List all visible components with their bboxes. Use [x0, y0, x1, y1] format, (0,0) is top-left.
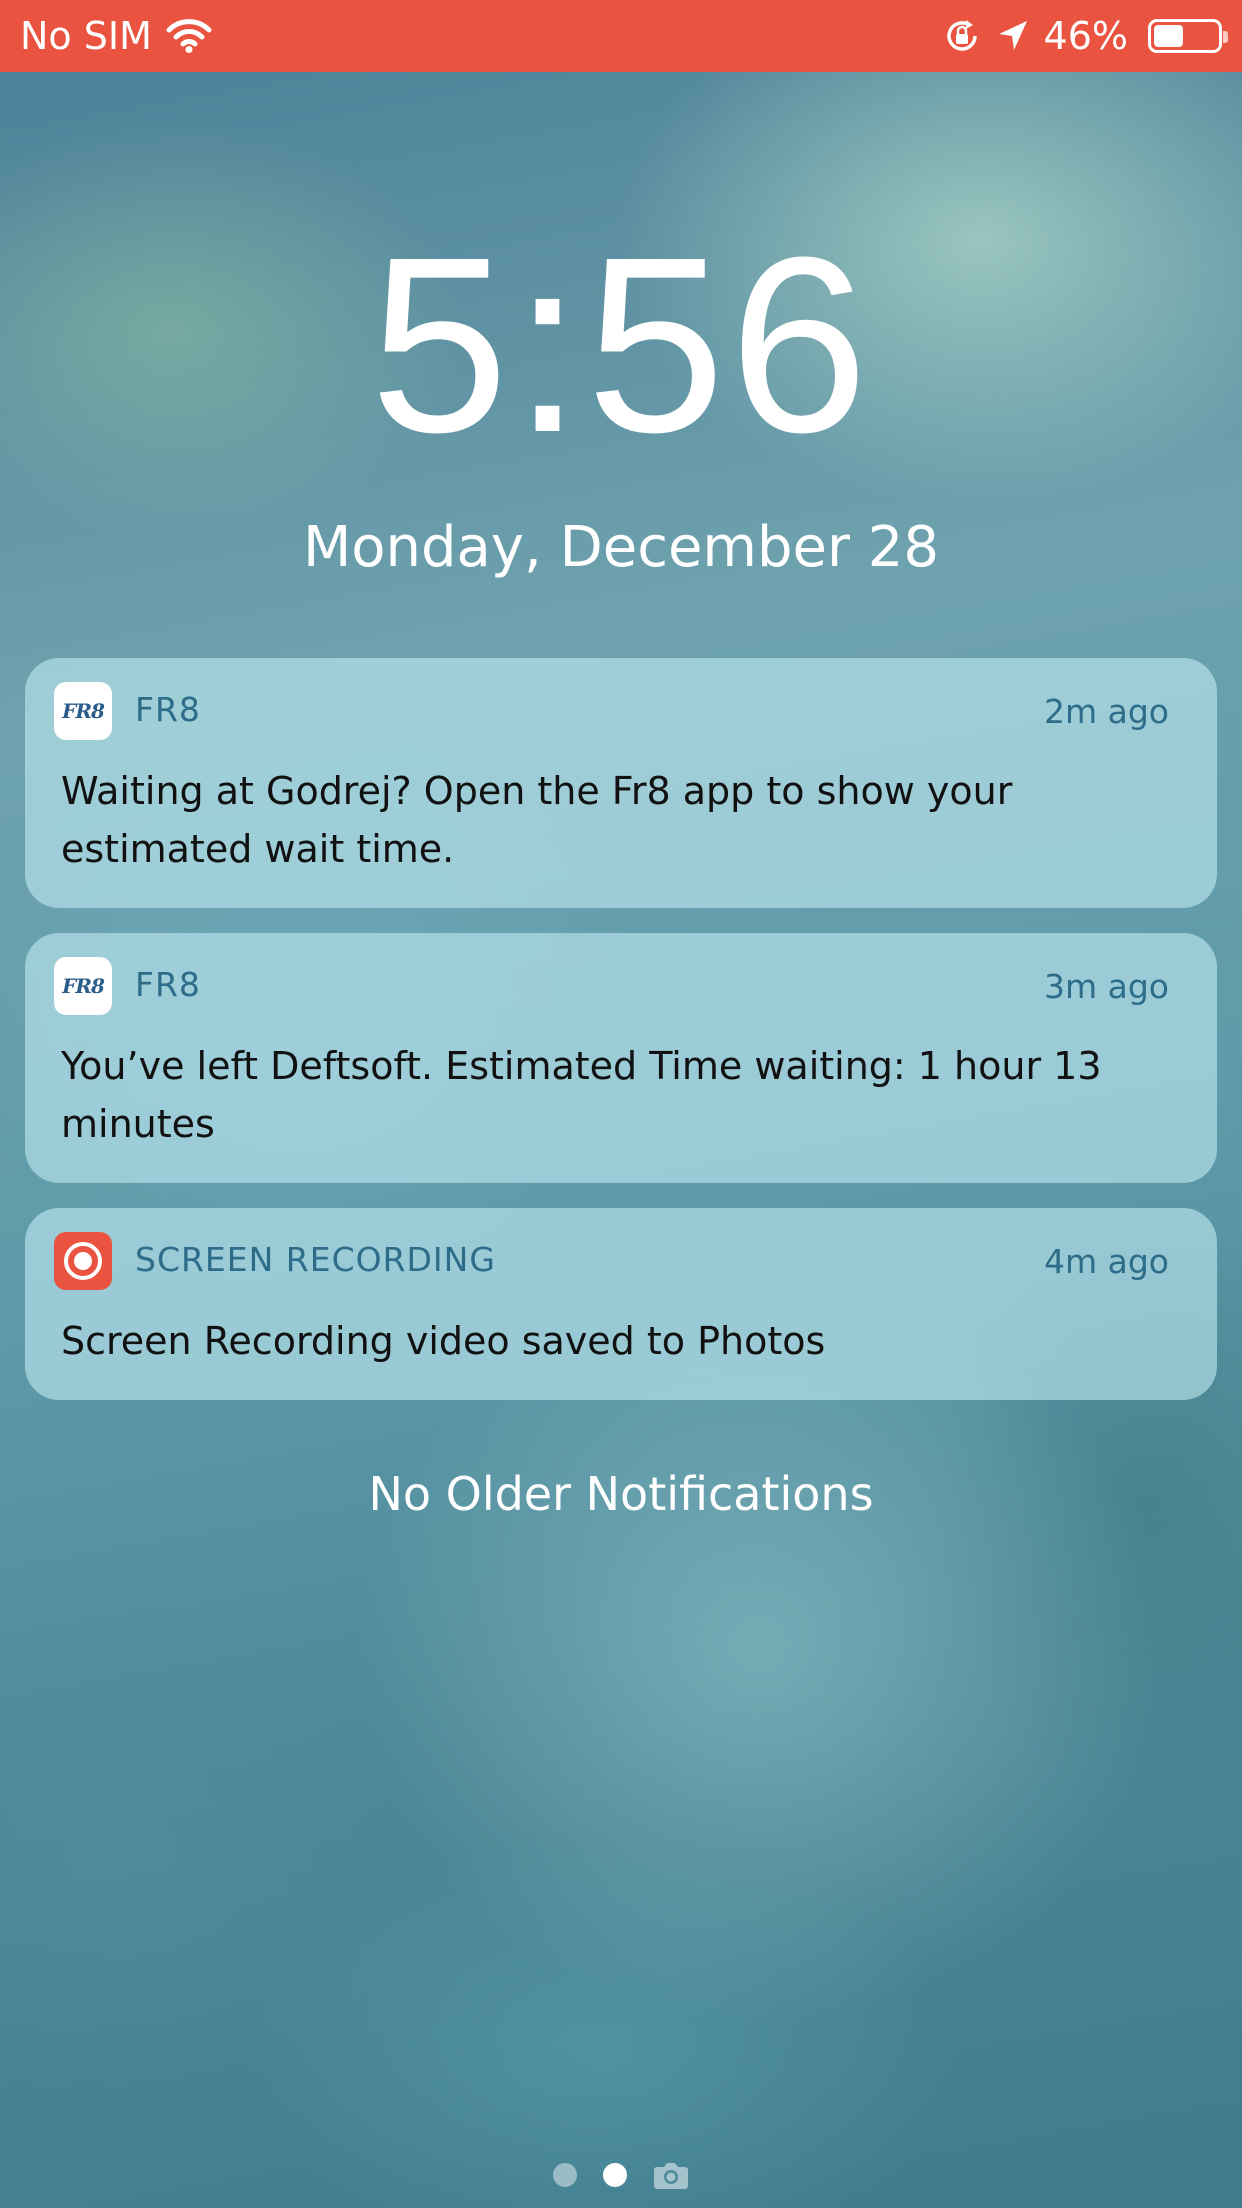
- notification-card[interactable]: SCREEN RECORDING 4m ago Screen Recording…: [25, 1208, 1217, 1400]
- battery-tip: [1223, 31, 1228, 43]
- notification-header: FR8 FR8 3m ago: [25, 933, 1217, 1043]
- app-icon-text: FR8: [62, 699, 105, 723]
- notification-body: Waiting at Godrej? Open the Fr8 app to s…: [61, 769, 1013, 871]
- notification-time: 2m ago: [1044, 692, 1169, 731]
- page-indicator[interactable]: [0, 2160, 1242, 2190]
- lock-screen-date: Monday, December 28: [302, 515, 940, 580]
- status-bar: No SIM 46%: [0, 0, 1242, 72]
- battery-fill: [1154, 25, 1183, 47]
- status-bar-right: 46%: [942, 14, 1228, 58]
- notification-app-name: FR8: [135, 690, 201, 729]
- page-dot-active[interactable]: [603, 2163, 627, 2187]
- status-bar-left: No SIM: [20, 14, 212, 58]
- notification-app-name: FR8: [135, 965, 201, 1004]
- fr8-app-icon: FR8: [54, 682, 112, 740]
- lock-screen: No SIM 46% 5:56 Monday, December 28 FR8 …: [0, 0, 1242, 2208]
- orientation-lock-icon: [942, 16, 982, 56]
- lock-screen-time: 5:56: [369, 205, 873, 484]
- notification-time: 3m ago: [1044, 967, 1169, 1006]
- notification-body: Screen Recording video saved to Photos: [61, 1319, 826, 1363]
- notification-time: 4m ago: [1044, 1242, 1169, 1281]
- notification-card[interactable]: FR8 FR8 3m ago You’ve left Deftsoft. Est…: [25, 933, 1217, 1183]
- app-icon-text: FR8: [62, 974, 105, 998]
- notification-app-name: SCREEN RECORDING: [135, 1240, 496, 1279]
- notification-card[interactable]: FR8 FR8 2m ago Waiting at Godrej? Open t…: [25, 658, 1217, 908]
- screen-recording-icon: [54, 1232, 112, 1290]
- location-arrow-icon: [996, 18, 1030, 54]
- battery-percent: 46%: [1043, 14, 1128, 58]
- notification-header: FR8 FR8 2m ago: [25, 658, 1217, 768]
- carrier-label: No SIM: [20, 14, 152, 58]
- wifi-icon: [166, 18, 212, 54]
- notification-header: SCREEN RECORDING 4m ago: [25, 1208, 1217, 1318]
- battery-icon: [1148, 19, 1228, 53]
- page-dot[interactable]: [553, 2163, 577, 2187]
- no-older-notifications-label: No Older Notifications: [368, 1467, 874, 1521]
- notification-body: You’ve left Deftsoft. Estimated Time wai…: [61, 1044, 1102, 1146]
- fr8-app-icon: FR8: [54, 957, 112, 1015]
- camera-icon[interactable]: [653, 2160, 689, 2190]
